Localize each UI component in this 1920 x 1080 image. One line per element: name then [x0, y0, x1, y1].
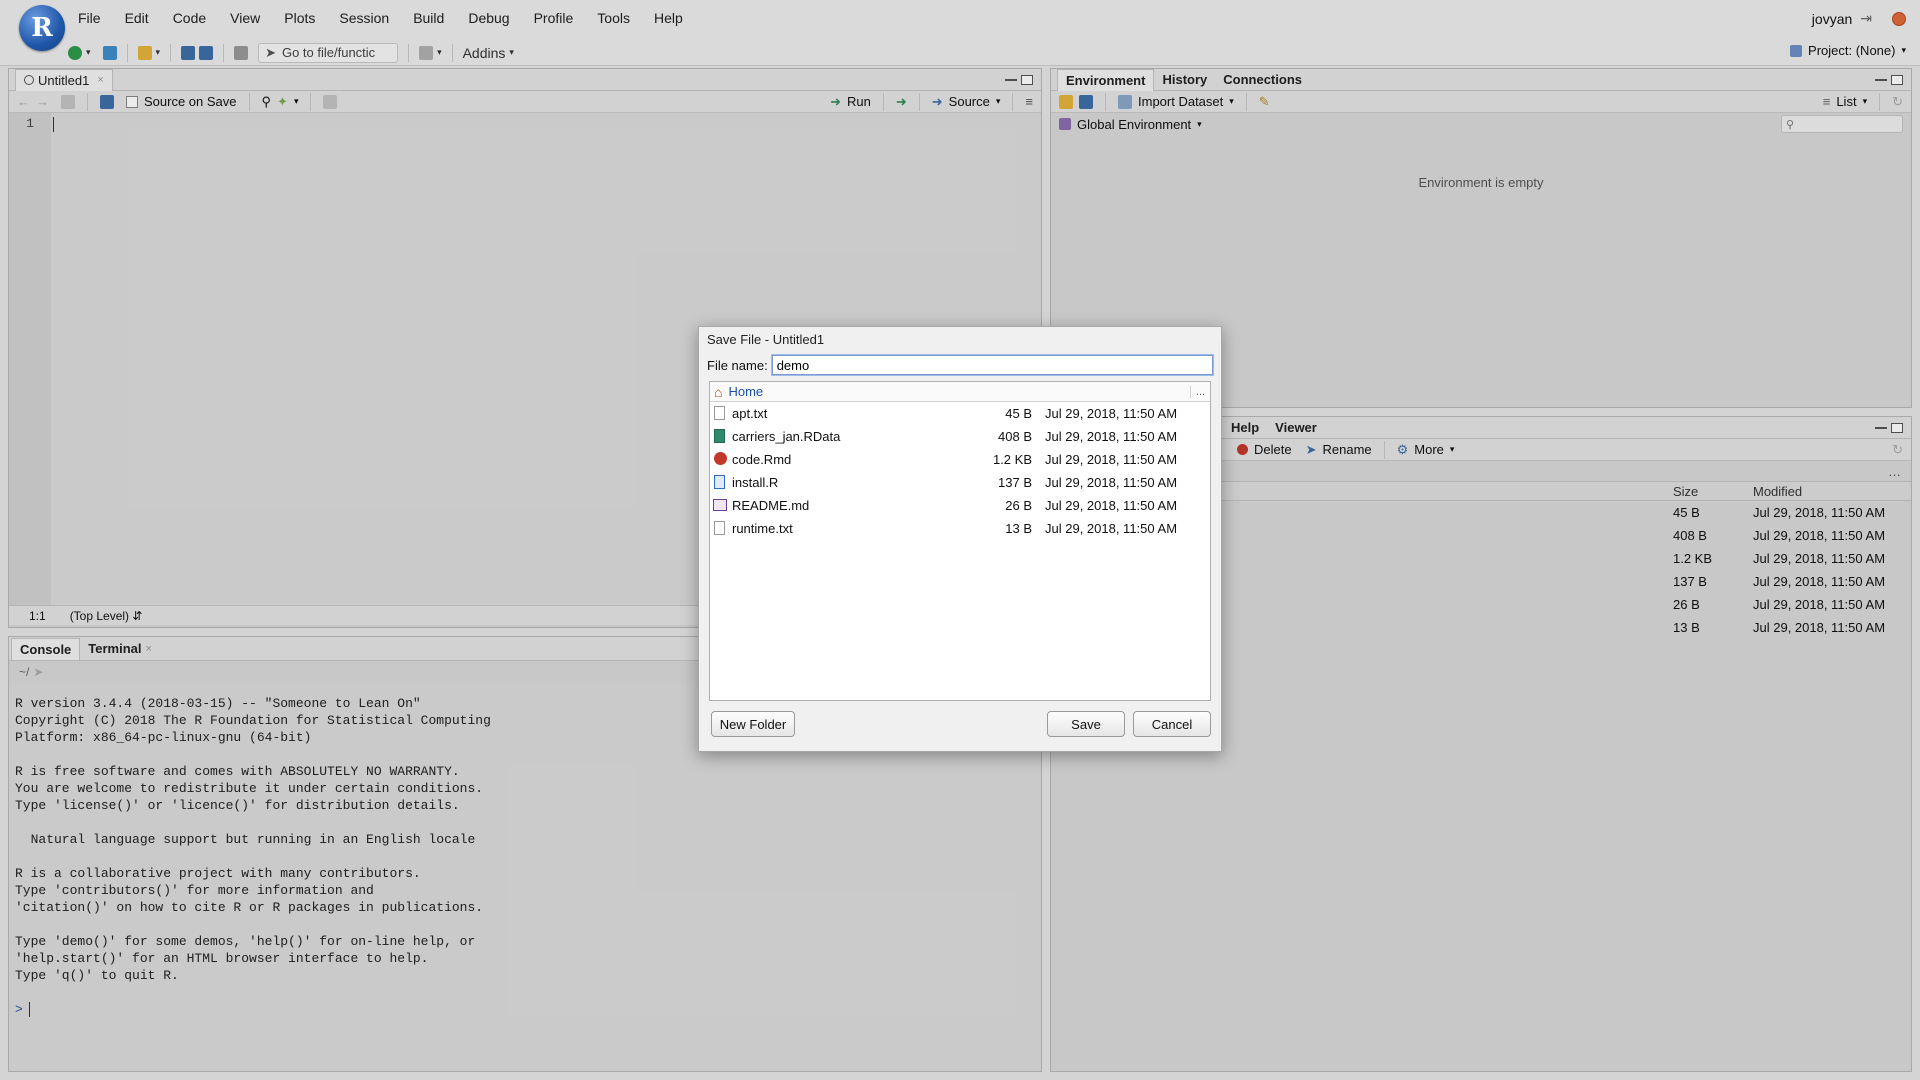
rmd-file-icon — [714, 452, 727, 465]
file-modified: Jul 29, 2018, 11:50 AM — [1045, 429, 1178, 444]
file-name: README.md — [732, 498, 810, 513]
file-name-label: File name: — [707, 357, 768, 373]
file-modified: Jul 29, 2018, 11:50 AM — [1045, 452, 1178, 467]
markdown-file-icon — [713, 499, 727, 511]
file-row[interactable]: install.R 137 B Jul 29, 2018, 11:50 AM — [710, 471, 1210, 494]
file-modified: Jul 29, 2018, 11:50 AM — [1045, 498, 1178, 513]
new-folder-button[interactable]: New Folder — [711, 711, 795, 737]
file-size: 1.2 KB — [992, 452, 1032, 467]
file-size: 137 B — [998, 475, 1032, 490]
save-file-dialog: Save File - Untitled1 File name: ⌂ Home … — [698, 326, 1222, 752]
file-row[interactable]: README.md 26 B Jul 29, 2018, 11:50 AM — [710, 494, 1210, 517]
location-bar: ⌂ Home ... — [710, 382, 1210, 402]
file-row[interactable]: apt.txt 45 B Jul 29, 2018, 11:50 AM — [710, 402, 1210, 425]
file-size: 408 B — [998, 429, 1032, 444]
save-button[interactable]: Save — [1047, 711, 1125, 737]
file-row[interactable]: code.Rmd 1.2 KB Jul 29, 2018, 11:50 AM — [710, 448, 1210, 471]
rstudio-logo-icon: R — [19, 5, 65, 51]
file-name: install.R — [732, 475, 779, 490]
location-home-link[interactable]: Home — [728, 384, 763, 399]
file-modified: Jul 29, 2018, 11:50 AM — [1045, 521, 1178, 536]
file-size: 26 B — [1005, 498, 1032, 513]
cancel-button[interactable]: Cancel — [1133, 711, 1211, 737]
dialog-file-list: apt.txt 45 B Jul 29, 2018, 11:50 AM carr… — [710, 402, 1210, 540]
home-icon: ⌂ — [714, 383, 723, 400]
file-size: 45 B — [1005, 406, 1032, 421]
text-file-icon — [714, 406, 725, 420]
file-name-row: File name: — [699, 351, 1221, 379]
dialog-buttons: New Folder Save Cancel — [699, 701, 1221, 737]
file-modified: Jul 29, 2018, 11:50 AM — [1045, 475, 1178, 490]
file-name: runtime.txt — [732, 521, 793, 536]
browse-more-button[interactable]: ... — [1190, 385, 1210, 398]
dialog-title: Save File - Untitled1 — [707, 332, 825, 347]
file-name-input[interactable] — [771, 355, 1213, 375]
file-row[interactable]: carriers_jan.RData 408 B Jul 29, 2018, 1… — [710, 425, 1210, 448]
file-row[interactable]: runtime.txt 13 B Jul 29, 2018, 11:50 AM — [710, 517, 1210, 540]
file-modified: Jul 29, 2018, 11:50 AM — [1045, 406, 1178, 421]
rdata-file-icon — [714, 429, 725, 443]
file-name: carriers_jan.RData — [732, 429, 841, 444]
file-size: 13 B — [1005, 521, 1032, 536]
text-file-icon — [714, 521, 725, 535]
file-browser: ⌂ Home ... apt.txt 45 B Jul 29, 2018, 11… — [709, 381, 1211, 701]
file-name: code.Rmd — [732, 452, 792, 467]
file-name: apt.txt — [732, 406, 768, 421]
r-script-icon — [714, 475, 725, 489]
